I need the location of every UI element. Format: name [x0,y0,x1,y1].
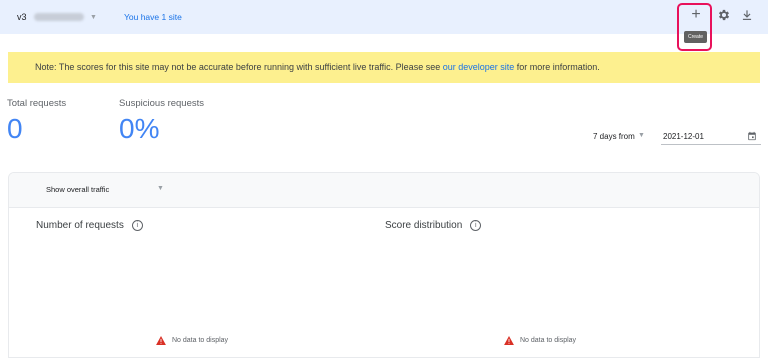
settings-button[interactable] [717,8,731,22]
info-icon[interactable]: i [470,220,482,231]
chevron-down-icon: ▼ [90,13,97,21]
top-bar: v3 ▼ You have 1 site + Create [0,0,768,51]
warning-icon [156,336,166,345]
traffic-filter-select[interactable]: Show overall traffic [46,185,109,194]
score-chart-title-text: Score distribution [385,220,463,231]
requests-chart-title-text: Number of requests [36,220,124,231]
panel-header: Show overall traffic ▼ [9,173,759,208]
suspicious-requests-label: Suspicious requests [119,98,205,109]
traffic-panel: Show overall traffic ▼ Number of request… [8,172,760,358]
calendar-icon[interactable] [747,131,757,141]
suspicious-requests-value: 0% [119,113,160,144]
download-icon [742,10,752,20]
download-button[interactable] [740,8,754,22]
developer-site-link[interactable]: our developer site [443,62,515,72]
start-date-input[interactable]: 2021-12-01 [661,130,761,145]
create-highlight-box [677,3,712,51]
date-range-select[interactable]: 7 days from [593,132,635,141]
site-count-link[interactable]: You have 1 site [124,12,182,22]
chevron-down-icon: ▼ [157,185,164,192]
score-chart-title: Score distribution i [385,220,482,231]
note-text-suffix: for more information. [514,62,600,72]
requests-empty-text: No data to display [172,337,229,344]
requests-empty-state: No data to display [156,336,228,345]
site-name-redacted [34,13,84,21]
warning-icon [504,336,514,345]
score-empty-state: No data to display [504,336,576,345]
version-label: v3 [17,12,27,22]
site-selector[interactable]: ▼ [34,10,97,24]
note-text-prefix: Note: The scores for this site may not b… [35,62,443,72]
requests-chart-title: Number of requests i [36,220,143,231]
info-icon[interactable]: i [131,220,143,231]
traffic-note-banner: Note: The scores for this site may not b… [8,52,760,83]
score-empty-text: No data to display [520,337,577,344]
chevron-down-icon: ▼ [638,132,645,139]
total-requests-label: Total requests [7,98,67,109]
total-requests-value: 0 [7,113,23,144]
gear-icon [718,9,730,21]
start-date-value: 2021-12-01 [663,132,704,141]
